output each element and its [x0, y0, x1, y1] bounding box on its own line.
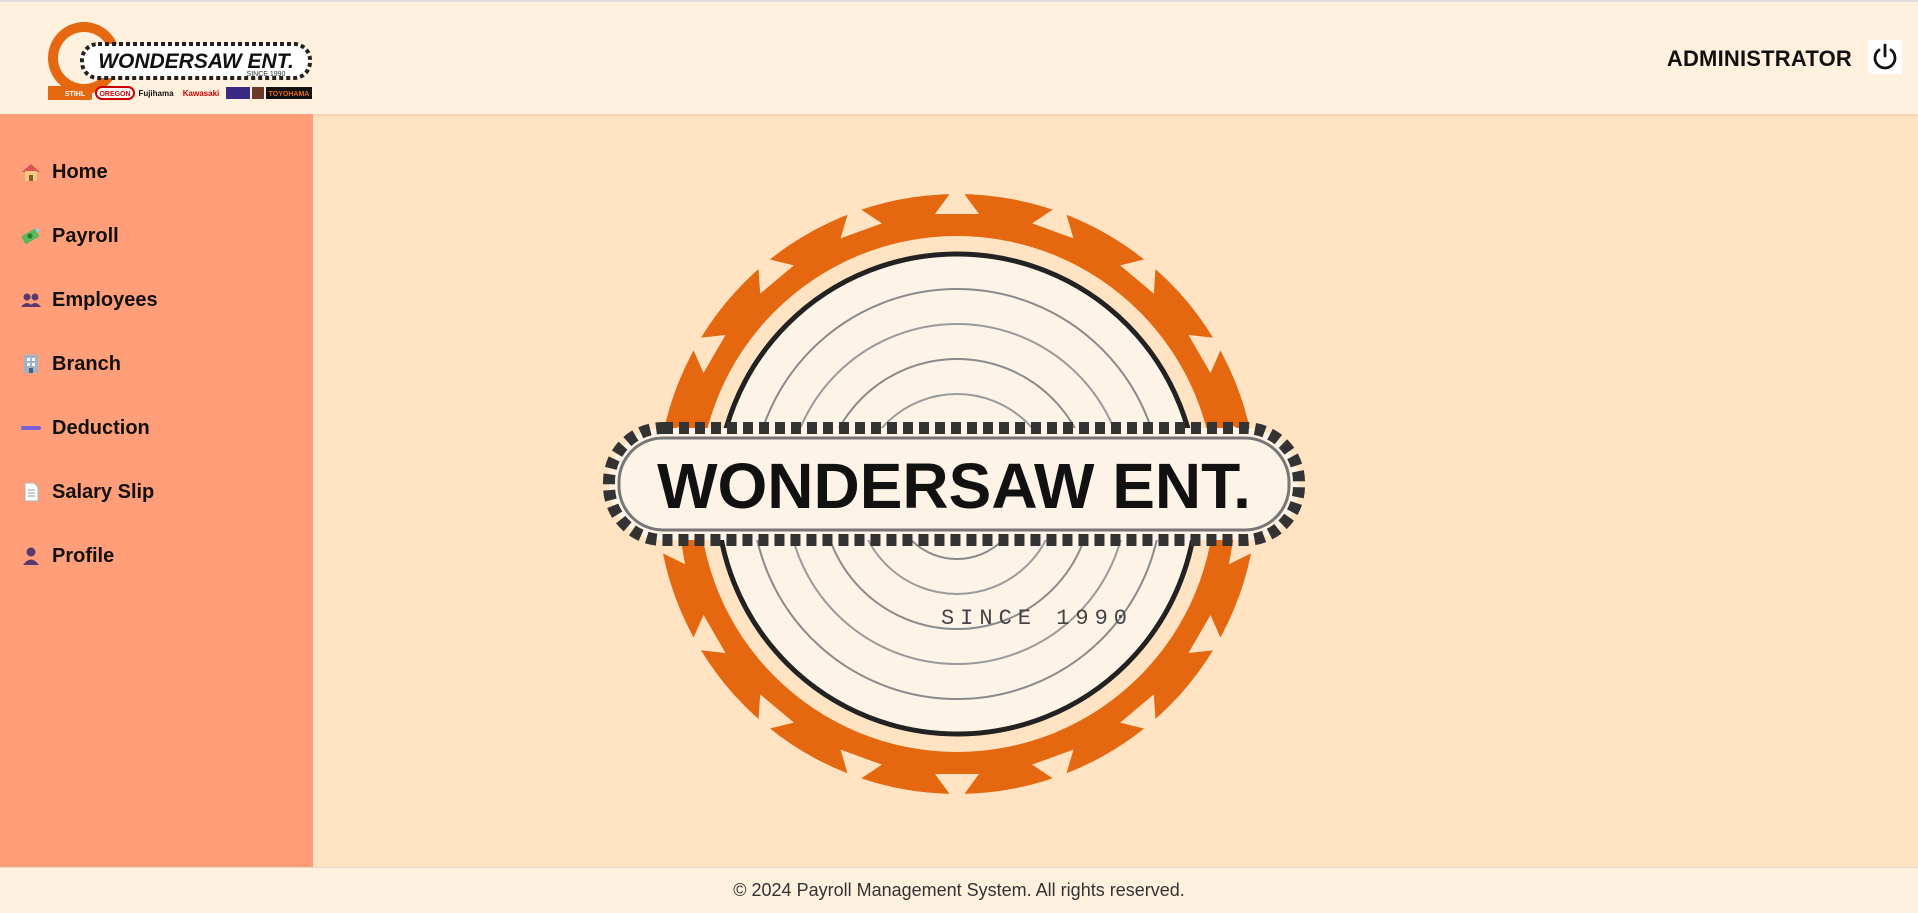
brand-stihl: STIHL: [65, 91, 86, 98]
logo-title: WONDERSAW ENT.: [98, 50, 294, 73]
sidebar-item-label: Payroll: [52, 224, 119, 247]
document-icon: [20, 482, 42, 502]
main-content: WONDERSAW ENT. SINCE 1990: [313, 114, 1918, 867]
sidebar-item-payroll[interactable]: Payroll: [20, 216, 300, 256]
sidebar-item-branch[interactable]: Branch: [20, 344, 300, 384]
sidebar: Home Payroll Employees Branch Deduction …: [0, 114, 313, 867]
house-icon: [20, 162, 42, 182]
brand-kawasaki: Kawasaki: [183, 89, 219, 98]
sidebar-item-deduction[interactable]: Deduction: [20, 408, 300, 448]
sidebar-item-label: Branch: [52, 352, 121, 375]
company-logo[interactable]: WONDERSAW ENT. SINCE 1990 STIHL OREGON F…: [36, 14, 316, 108]
company-logo-large: WONDERSAW ENT. SINCE 1990: [603, 184, 1305, 804]
sidebar-item-label: Salary Slip: [52, 480, 155, 503]
logo-title-large: WONDERSAW ENT.: [657, 450, 1251, 522]
sidebar-item-label: Deduction: [52, 416, 150, 439]
brand-toyohama: TOYOHAMA: [269, 91, 310, 98]
copyright-text: © 2024 Payroll Management System. All ri…: [733, 880, 1185, 900]
user-role-label: ADMINISTRATOR: [1666, 46, 1852, 71]
minus-icon: [20, 418, 42, 438]
top-header: WONDERSAW ENT. SINCE 1990 STIHL OREGON F…: [0, 0, 1918, 114]
sidebar-item-label: Profile: [52, 544, 115, 567]
sidebar-item-label: Home: [52, 160, 108, 183]
money-icon: [20, 226, 42, 246]
sidebar-item-home[interactable]: Home: [20, 152, 300, 192]
brand-fujihama: Fujihama: [138, 89, 174, 98]
sidebar-item-label: Employees: [52, 288, 158, 311]
sidebar-item-employees[interactable]: Employees: [20, 280, 300, 320]
logo-since-large: SINCE 1990: [941, 606, 1133, 631]
power-icon[interactable]: [1868, 40, 1902, 74]
sidebar-item-profile[interactable]: Profile: [20, 536, 300, 576]
footer: © 2024 Payroll Management System. All ri…: [0, 867, 1918, 913]
building-icon: [20, 354, 42, 374]
brand-oregon: OREGON: [99, 91, 130, 98]
sidebar-item-salary-slip[interactable]: Salary Slip: [20, 472, 300, 512]
people-icon: [20, 290, 42, 310]
person-icon: [20, 546, 42, 566]
logo-since: SINCE 1990: [247, 71, 286, 78]
